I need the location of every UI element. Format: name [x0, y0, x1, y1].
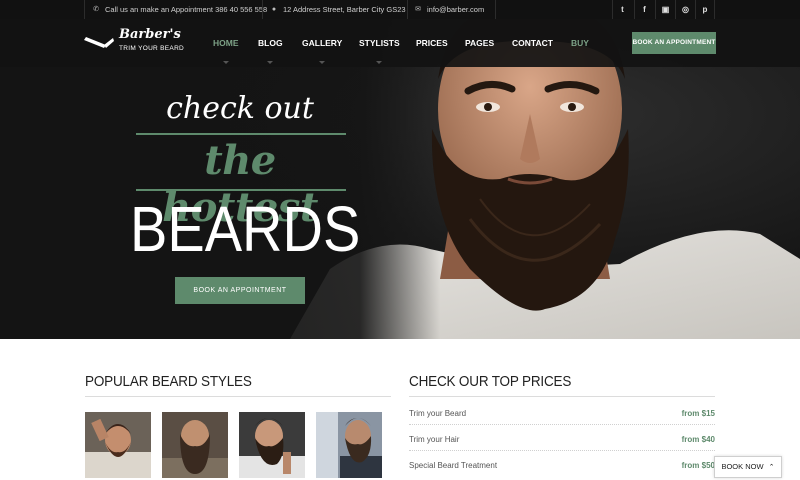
top-info-bar: ✆ Call us an make an Appointment 386 40 …	[0, 0, 800, 19]
phone-text: Call us an make an Appointment 386 40 55…	[105, 5, 268, 14]
nav-gallery[interactable]: GALLERY	[302, 38, 343, 64]
beard-style-photo	[239, 412, 305, 478]
beard-style-thumb-2[interactable]	[162, 412, 228, 478]
razor-icon	[84, 37, 114, 48]
nav-home[interactable]: HOME	[213, 38, 239, 64]
instagram-icon[interactable]: ▣	[655, 0, 675, 19]
top-prices-rule	[409, 396, 715, 397]
beard-style-photo	[316, 412, 382, 478]
nav-caret-icon	[319, 61, 326, 64]
price-item-name: Trim your Beard	[409, 409, 467, 418]
twitter-icon[interactable]: t	[612, 0, 632, 19]
main-navigation: Barber's TRIM YOUR BEARD HOME BLOG GALLE…	[0, 19, 800, 67]
nav-book-appointment-button[interactable]: BOOK AN APPOINTMENT	[632, 32, 716, 54]
nav-caret-icon	[267, 61, 274, 64]
popular-styles-rule	[85, 396, 391, 397]
hero-banner: check out the hottest BEARDS BOOK AN APP…	[0, 19, 800, 339]
logo-name: Barber's	[119, 27, 181, 42]
nav-buy-label: BUY	[571, 38, 589, 48]
nav-contact-label: CONTACT	[512, 38, 553, 48]
nav-prices[interactable]: PRICES	[416, 38, 448, 48]
bearded-man-photo	[0, 19, 800, 339]
address-text: 12 Address Street, Barber City GS23	[283, 5, 406, 14]
hero-line-check-out: check out	[166, 91, 314, 126]
nav-pages-label: PAGES	[465, 38, 495, 48]
price-row: Special Beard Treatment from $50	[409, 461, 715, 480]
email-info[interactable]: ✉ info@barber.com	[414, 0, 484, 19]
book-now-button[interactable]: BOOK NOW ⌃	[714, 456, 782, 478]
nav-blog[interactable]: BLOG	[258, 38, 283, 64]
phone-icon: ✆	[93, 6, 99, 13]
address-info: ● 12 Address Street, Barber City GS23	[270, 0, 406, 19]
beard-style-photo	[85, 412, 151, 478]
location-pin-icon: ●	[271, 6, 277, 13]
facebook-icon[interactable]: f	[634, 0, 654, 19]
nav-stylists-label: STYLISTS	[359, 38, 400, 48]
email-link[interactable]: info@barber.com	[427, 0, 484, 19]
chevron-up-icon: ⌃	[768, 464, 775, 471]
hero-book-appointment-button[interactable]: BOOK AN APPOINTMENT	[175, 277, 305, 304]
dribbble-icon[interactable]: ◎	[675, 0, 695, 19]
hero-line-beards: BEARDS	[130, 192, 361, 265]
popular-styles-title: POPULAR BEARD STYLES	[85, 373, 252, 390]
price-row: Trim your Hair from $40	[409, 435, 715, 461]
pinterest-icon[interactable]: p	[695, 0, 715, 19]
beard-style-thumb-1[interactable]	[85, 412, 151, 478]
price-row: Trim your Beard from $15	[409, 409, 715, 435]
nav-gallery-label: GALLERY	[302, 38, 343, 48]
site-logo[interactable]: Barber's TRIM YOUR BEARD	[84, 27, 194, 59]
price-row-divider	[409, 450, 715, 451]
price-item-value: from $15	[681, 409, 715, 418]
nav-caret-icon	[376, 61, 383, 64]
nav-buy[interactable]: BUY	[571, 38, 589, 48]
price-item-name: Trim your Hair	[409, 435, 460, 444]
nav-stylists[interactable]: STYLISTS	[359, 38, 400, 64]
envelope-icon: ✉	[415, 6, 421, 13]
price-item-value: from $40	[681, 435, 715, 444]
nav-contact[interactable]: CONTACT	[512, 38, 553, 48]
beard-style-thumb-4[interactable]	[316, 412, 382, 478]
phone-info: ✆ Call us an make an Appointment 386 40 …	[92, 0, 267, 19]
top-prices-title: CHECK OUR TOP PRICES	[409, 373, 572, 390]
book-now-label: BOOK NOW	[721, 462, 764, 471]
price-item-value: from $50	[681, 461, 715, 470]
nav-blog-label: BLOG	[258, 38, 283, 48]
beard-style-photo	[162, 412, 228, 478]
price-item-name: Special Beard Treatment	[409, 461, 498, 470]
logo-tagline: TRIM YOUR BEARD	[119, 45, 185, 52]
beard-style-thumb-3[interactable]	[239, 412, 305, 478]
nav-pages[interactable]: PAGES	[465, 38, 494, 48]
hero-divider-top	[136, 133, 346, 135]
price-row-divider	[409, 424, 715, 425]
nav-prices-label: PRICES	[416, 38, 448, 48]
nav-home-label: HOME	[213, 38, 239, 48]
nav-caret-icon	[222, 61, 229, 64]
